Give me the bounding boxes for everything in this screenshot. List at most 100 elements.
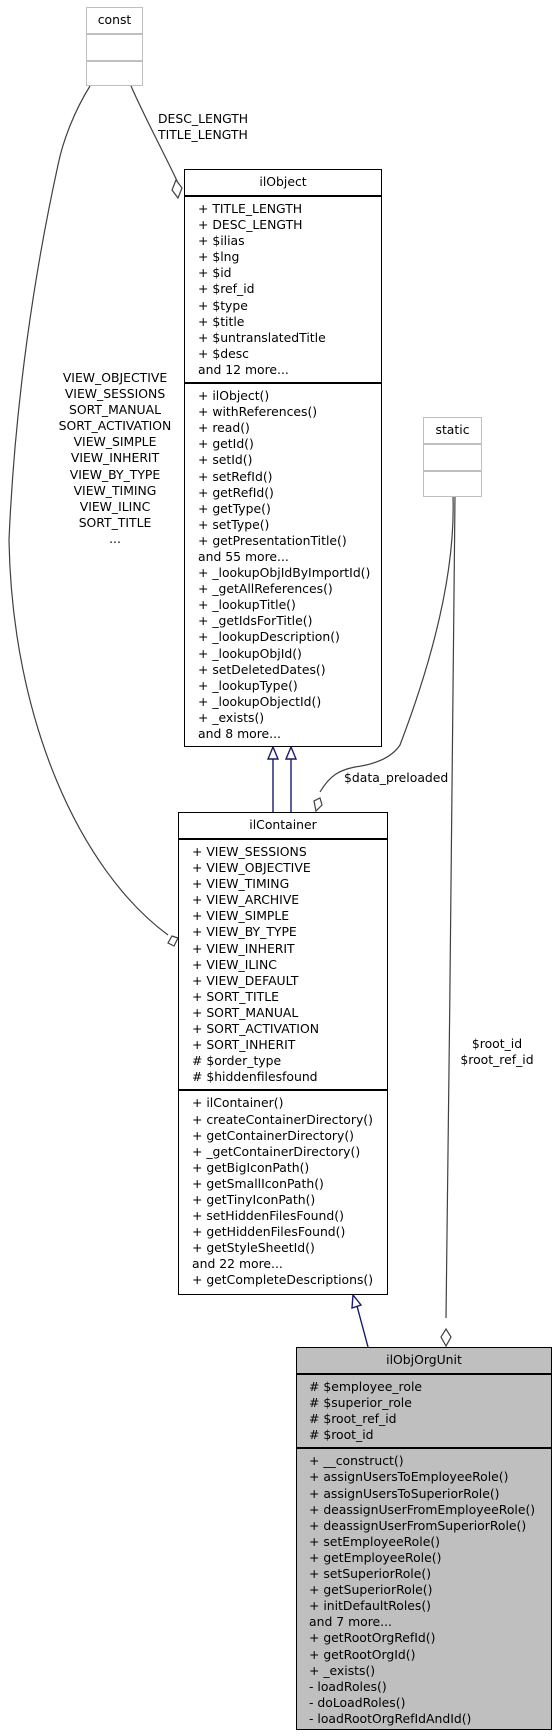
class-method[interactable]: + _getIdsForTitle() <box>198 613 381 629</box>
class-method[interactable]: + setRefId() <box>198 469 381 485</box>
class-method[interactable]: + getId() <box>198 436 381 452</box>
class-attribute[interactable]: # $root_ref_id <box>309 1411 551 1427</box>
class-method[interactable]: + _lookupObjIdByImportId() <box>198 565 381 581</box>
class-method[interactable]: + read() <box>198 420 381 436</box>
class-attribute[interactable]: + VIEW_OBJECTIVE <box>192 860 387 876</box>
class-method[interactable]: + setHiddenFilesFound() <box>192 1208 387 1224</box>
class-method[interactable]: + _lookupTitle() <box>198 597 381 613</box>
class-box-ilcontainer[interactable]: ilContainer + VIEW_SESSIONS + VIEW_OBJECT… <box>178 812 388 1295</box>
class-method[interactable]: + createContainerDirectory() <box>192 1112 387 1128</box>
class-method[interactable]: + deassignUserFromEmployeeRole() <box>309 1502 551 1518</box>
class-method[interactable]: + setEmployeeRole() <box>309 1534 551 1550</box>
class-method[interactable]: + _exists() <box>198 710 381 726</box>
class-attribute[interactable]: + SORT_MANUAL <box>192 1005 387 1021</box>
class-attribute[interactable]: + VIEW_INHERIT <box>192 941 387 957</box>
class-method[interactable]: and 22 more... <box>192 1256 387 1272</box>
class-name: ilObjOrgUnit <box>297 1348 551 1375</box>
class-attribute[interactable]: + SORT_TITLE <box>192 989 387 1005</box>
class-method[interactable]: - loadRoles() <box>309 1679 551 1695</box>
class-method[interactable]: + __construct() <box>309 1453 551 1469</box>
edge-label-line: SORT_ACTIVATION <box>58 418 172 434</box>
class-method[interactable]: + getBigIconPath() <box>192 1160 387 1176</box>
class-attribute[interactable]: # $superior_role <box>309 1395 551 1411</box>
class-method[interactable]: + setId() <box>198 452 381 468</box>
class-attribute[interactable]: + VIEW_BY_TYPE <box>192 924 387 940</box>
class-method[interactable]: + getEmployeeRole() <box>309 1550 551 1566</box>
class-attribute[interactable]: + VIEW_ILINC <box>192 957 387 973</box>
class-attribute[interactable]: + TITLE_LENGTH <box>198 201 381 217</box>
class-attribute[interactable]: + VIEW_ARCHIVE <box>192 892 387 908</box>
class-method[interactable]: and 7 more... <box>309 1614 551 1630</box>
class-attribute[interactable]: + VIEW_SESSIONS <box>192 844 387 860</box>
aggregation-diamond-icon <box>171 178 183 200</box>
class-method[interactable]: + ilObject() <box>198 388 381 404</box>
class-method[interactable]: + getRootOrgId() <box>309 1647 551 1663</box>
class-method[interactable]: + getSmallIconPath() <box>192 1176 387 1192</box>
class-method[interactable]: and 8 more... <box>198 726 381 742</box>
class-method[interactable]: + getRefId() <box>198 485 381 501</box>
class-method[interactable]: + withReferences() <box>198 404 381 420</box>
class-method[interactable]: + setDeletedDates() <box>198 662 381 678</box>
class-attributes: + TITLE_LENGTH + DESC_LENGTH + $ilias + $ln… <box>185 197 381 385</box>
class-attribute[interactable]: + SORT_INHERIT <box>192 1037 387 1053</box>
class-method[interactable]: - doLoadRoles() <box>309 1695 551 1711</box>
class-attribute[interactable]: # $root_id <box>309 1427 551 1443</box>
inheritance-arrow-icon <box>351 1293 363 1309</box>
class-attribute[interactable]: # $order_type <box>192 1053 387 1069</box>
class-method[interactable]: + getTinyIconPath() <box>192 1192 387 1208</box>
class-attribute[interactable]: # $hiddenfilesfound <box>192 1069 387 1085</box>
class-method[interactable]: + getCompleteDescriptions() <box>192 1272 387 1288</box>
class-attribute[interactable]: + VIEW_DEFAULT <box>192 973 387 989</box>
class-box-const[interactable]: const <box>86 7 143 86</box>
inheritance-arrow-icon <box>266 745 280 760</box>
class-method[interactable]: + _getContainerDirectory() <box>192 1144 387 1160</box>
class-method[interactable]: + _exists() <box>309 1663 551 1679</box>
class-method[interactable]: + getType() <box>198 501 381 517</box>
class-attribute[interactable]: + VIEW_SIMPLE <box>192 908 387 924</box>
class-method[interactable]: + deassignUserFromSuperiorRole() <box>309 1518 551 1534</box>
class-method[interactable]: + getHiddenFilesFound() <box>192 1224 387 1240</box>
class-attribute[interactable]: and 12 more... <box>198 362 381 378</box>
class-method[interactable]: + getRootOrgRefId() <box>309 1630 551 1646</box>
class-attribute[interactable]: + $title <box>198 314 381 330</box>
class-method[interactable]: + _lookupObjId() <box>198 646 381 662</box>
class-method[interactable]: + getStyleSheetId() <box>192 1240 387 1256</box>
class-method[interactable]: and 55 more... <box>198 549 381 565</box>
class-attribute[interactable]: + $untranslatedTitle <box>198 330 381 346</box>
edge-label-line: ... <box>109 530 121 546</box>
class-method[interactable]: + _lookupDescription() <box>198 629 381 645</box>
class-method[interactable]: + _lookupObjectId() <box>198 694 381 710</box>
class-attribute[interactable]: + $lng <box>198 249 381 265</box>
aggregation-diamond-icon <box>313 797 323 813</box>
class-attribute[interactable]: # $employee_role <box>309 1379 551 1395</box>
class-method[interactable]: + ilContainer() <box>192 1095 387 1111</box>
class-method[interactable]: + getContainerDirectory() <box>192 1128 387 1144</box>
class-method[interactable]: + _getAllReferences() <box>198 581 381 597</box>
class-attribute[interactable]: + $ref_id <box>198 281 381 297</box>
class-attribute[interactable]: + DESC_LENGTH <box>198 217 381 233</box>
class-method[interactable]: + setSuperiorRole() <box>309 1566 551 1582</box>
class-method[interactable]: - loadRootOrgRefIdAndId() <box>309 1711 551 1727</box>
class-attribute[interactable]: + $desc <box>198 346 381 362</box>
inheritance-arrow-icon <box>284 745 298 760</box>
class-methods: + ilContainer() + createContainerDirector… <box>179 1091 387 1292</box>
class-box-ilobject[interactable]: ilObject + TITLE_LENGTH + DESC_LENGTH + $i… <box>184 169 382 747</box>
class-box-static[interactable]: static <box>423 417 482 497</box>
class-method[interactable]: + assignUsersToEmployeeRole() <box>309 1469 551 1485</box>
class-attribute[interactable]: + VIEW_TIMING <box>192 876 387 892</box>
class-attribute[interactable]: + SORT_ACTIVATION <box>192 1021 387 1037</box>
class-attribute[interactable]: + $type <box>198 298 381 314</box>
class-name: const <box>87 8 142 35</box>
edge-label-line: $data_preloaded <box>344 770 449 785</box>
class-method[interactable]: + getSuperiorRole() <box>309 1582 551 1598</box>
edge-label-static-ilobjorgunit: $root_id $root_ref_id <box>450 1036 544 1068</box>
class-method[interactable]: + _lookupType() <box>198 678 381 694</box>
class-method[interactable]: + setType() <box>198 517 381 533</box>
edge-label-line: DESC_LENGTH <box>158 111 249 126</box>
class-attribute[interactable]: + $id <box>198 265 381 281</box>
class-box-ilobjorgunit[interactable]: ilObjOrgUnit # $employee_role # $superior… <box>296 1347 552 1730</box>
class-attribute[interactable]: + $ilias <box>198 233 381 249</box>
class-method[interactable]: + assignUsersToSuperiorRole() <box>309 1486 551 1502</box>
class-method[interactable]: + getPresentationTitle() <box>198 533 381 549</box>
class-method[interactable]: + initDefaultRoles() <box>309 1598 551 1614</box>
